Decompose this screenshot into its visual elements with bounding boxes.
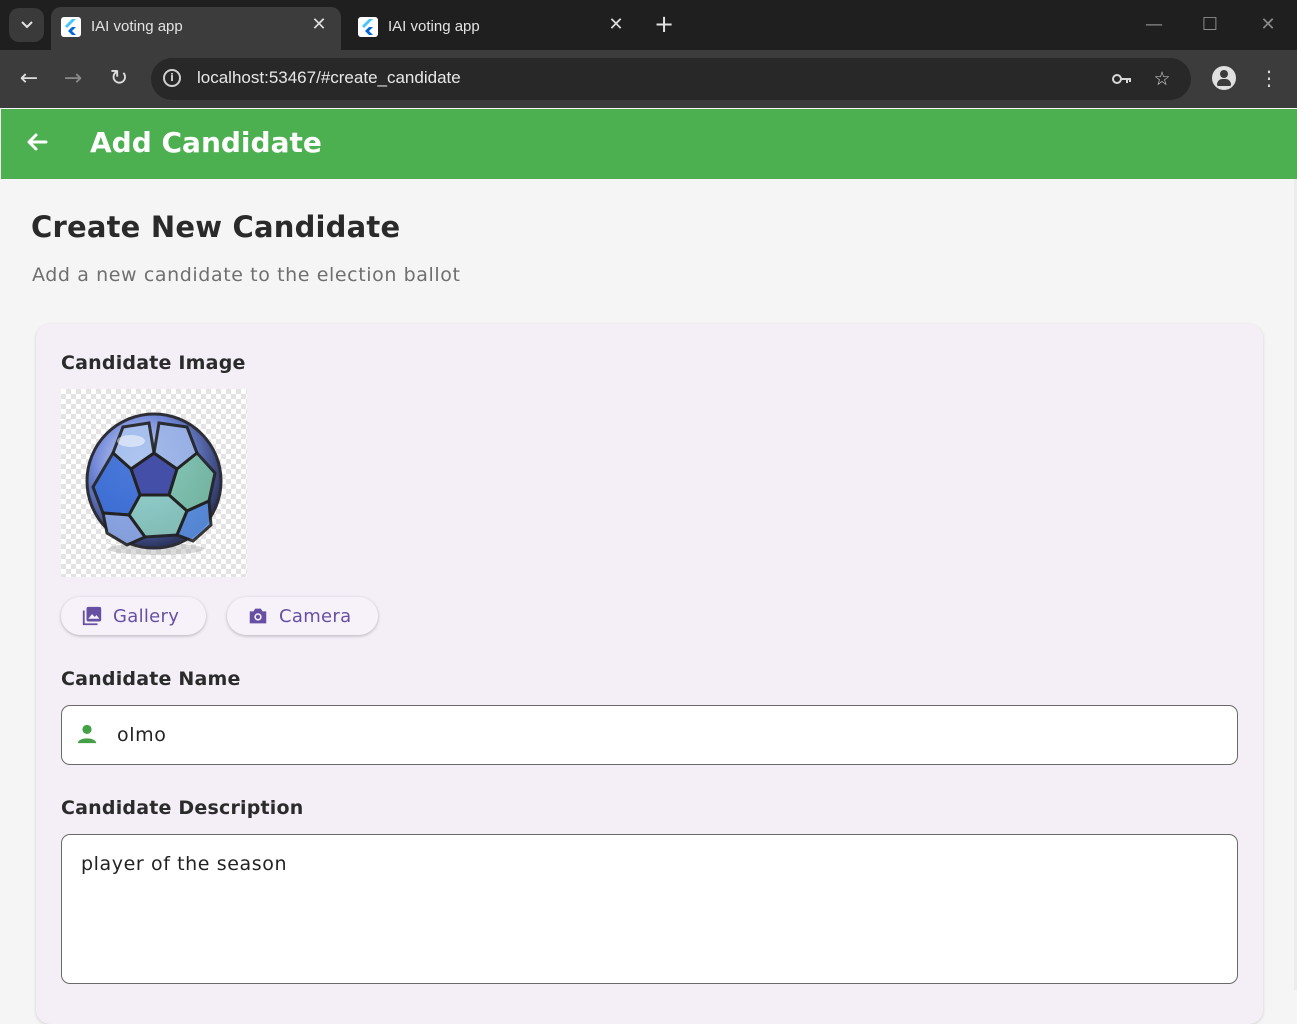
profile-avatar-icon[interactable] (1212, 66, 1236, 90)
browser-chrome: IAI voting app ✕ IAI voting app ✕ + — ☐ … (0, 0, 1297, 108)
flutter-favicon-icon (358, 17, 378, 37)
back-arrow-icon[interactable] (23, 129, 51, 157)
back-icon[interactable]: ← (14, 64, 44, 94)
tab-active[interactable]: IAI voting app ✕ (51, 7, 341, 50)
address-bar[interactable]: i localhost:53467/#create_candidate ☆ (151, 58, 1191, 100)
close-tab-icon[interactable]: ✕ (309, 15, 329, 35)
maximize-icon[interactable]: ☐ (1198, 13, 1222, 37)
tab-title: IAI voting app (388, 18, 480, 35)
camera-label: Camera (279, 605, 352, 627)
browser-menu-icon[interactable]: ⋮ (1259, 64, 1279, 92)
new-tab-icon[interactable]: + (652, 12, 676, 36)
page-subtitle: Add a new candidate to the election ball… (32, 264, 461, 286)
site-info-icon[interactable]: i (163, 69, 181, 87)
browser-toolbar: ← → ↻ i localhost:53467/#create_candidat… (0, 50, 1297, 108)
bookmark-star-icon[interactable]: ☆ (1150, 67, 1174, 91)
flutter-favicon-icon (61, 17, 81, 37)
tab-strip: IAI voting app ✕ IAI voting app ✕ + — ☐ … (0, 0, 1297, 50)
candidate-description-value[interactable]: player of the season (81, 853, 287, 875)
candidate-name-input[interactable]: olmo (61, 705, 1238, 765)
tab-title: IAI voting app (91, 18, 183, 35)
candidate-description-input[interactable]: player of the season (61, 834, 1238, 984)
url-text[interactable]: localhost:53467/#create_candidate (197, 68, 461, 88)
app-bar: Add Candidate (1, 109, 1297, 179)
candidate-name-value[interactable]: olmo (117, 724, 166, 746)
tab-inactive[interactable]: IAI voting app ✕ (348, 7, 638, 50)
soccer-ball-image (85, 412, 223, 555)
page-title: Create New Candidate (31, 210, 401, 244)
gallery-icon (82, 606, 102, 626)
close-tab-icon[interactable]: ✕ (606, 15, 626, 35)
candidate-image-preview[interactable] (61, 389, 247, 577)
person-icon (77, 724, 97, 744)
candidate-name-label: Candidate Name (61, 668, 241, 690)
gallery-label: Gallery (113, 605, 180, 627)
minimize-icon[interactable]: — (1142, 13, 1166, 37)
candidate-image-label: Candidate Image (61, 352, 246, 374)
gallery-button[interactable]: Gallery (61, 597, 206, 635)
password-key-icon[interactable] (1110, 67, 1134, 91)
candidate-description-label: Candidate Description (61, 797, 304, 819)
app-bar-title: Add Candidate (90, 126, 322, 159)
reload-icon[interactable]: ↻ (104, 64, 134, 94)
camera-button[interactable]: Camera (227, 597, 378, 635)
close-window-icon[interactable]: ✕ (1256, 13, 1280, 37)
chevron-down-icon (20, 21, 33, 29)
forward-icon[interactable]: → (58, 64, 88, 94)
camera-icon (249, 608, 267, 624)
tab-search-button[interactable] (9, 8, 44, 42)
